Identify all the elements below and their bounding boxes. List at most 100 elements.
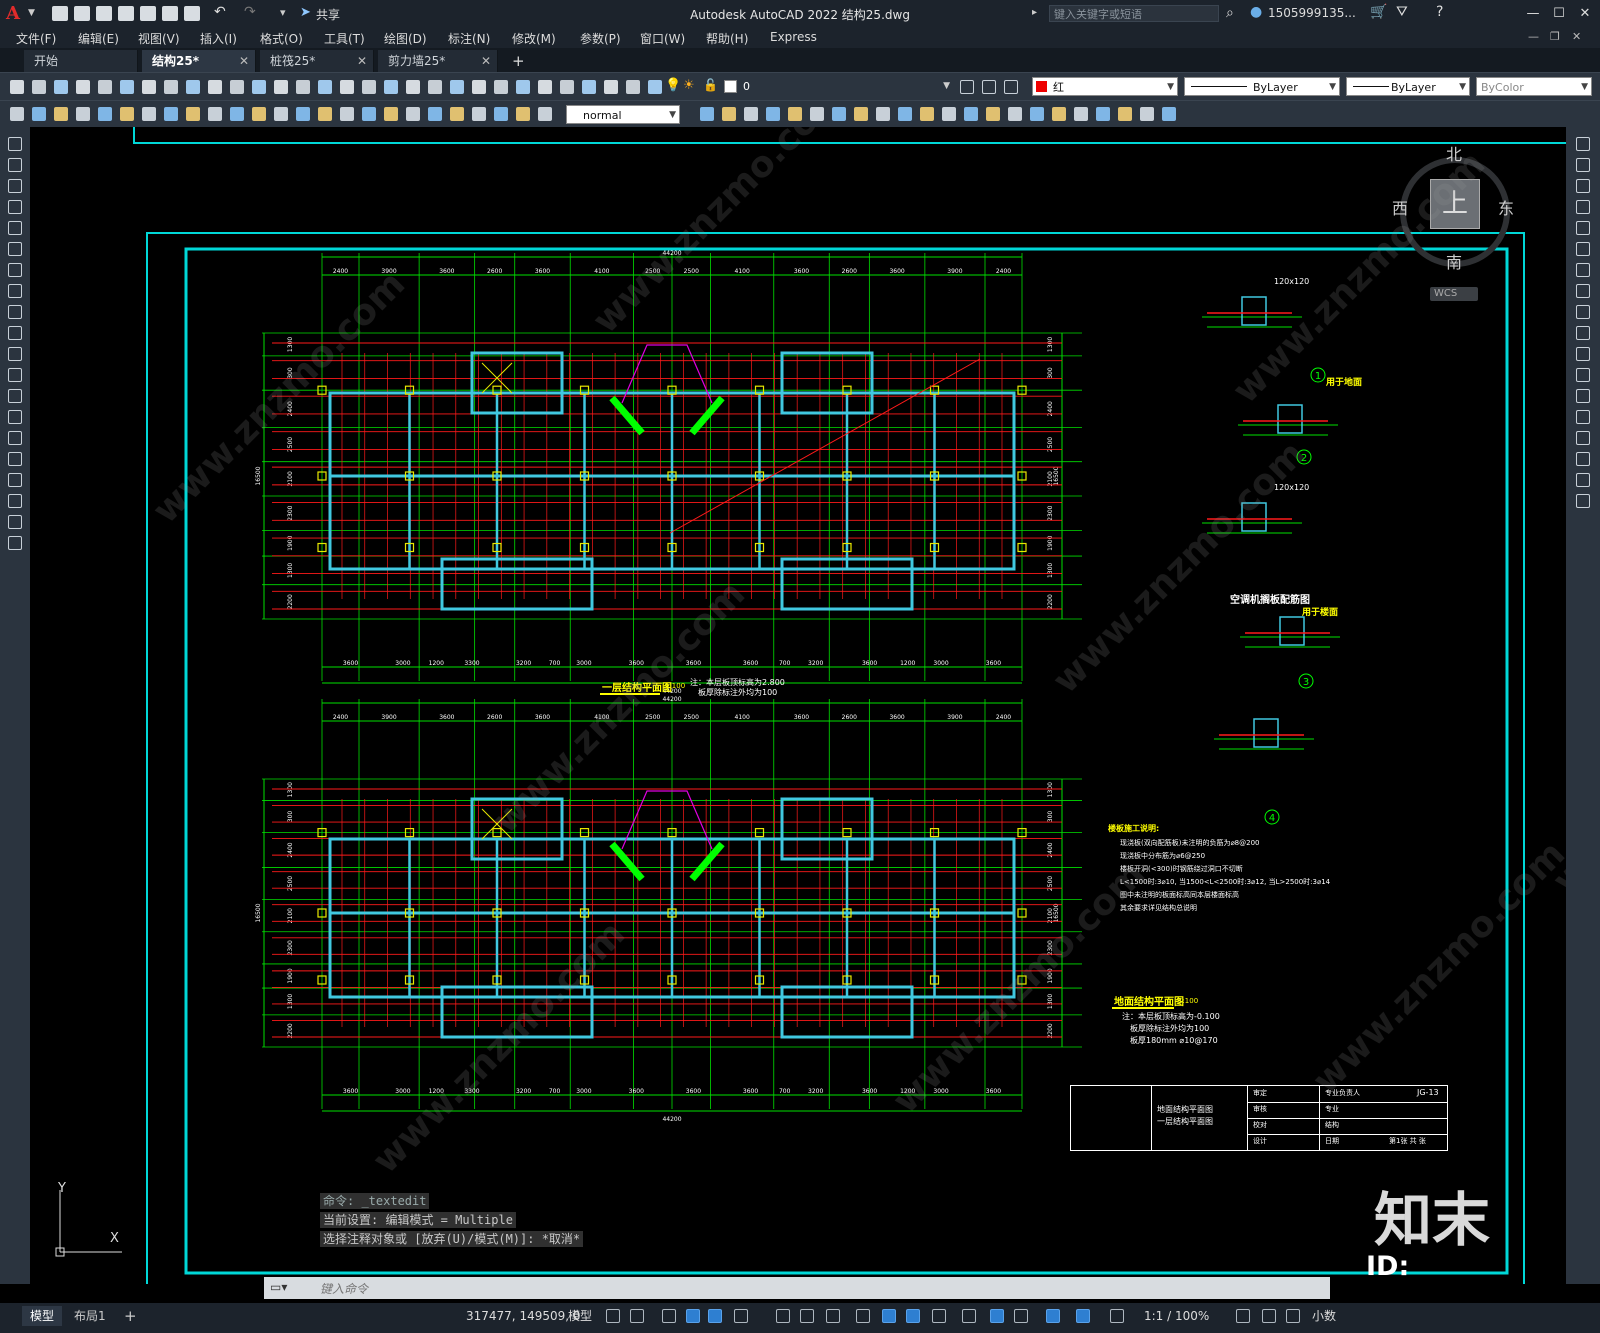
toolbar-icon-5[interactable] (98, 80, 112, 94)
tab-structure-25[interactable]: 结构25* ✕ (142, 50, 256, 72)
status-toggle-icon[interactable] (686, 1309, 700, 1323)
customize-qat-icon[interactable]: ▾ (280, 6, 286, 19)
plotstyle-dropdown[interactable]: ByColor ▼ (1476, 77, 1592, 96)
open-file-icon[interactable] (74, 6, 90, 21)
toolbar-icon-17[interactable] (362, 80, 376, 94)
toolbar2-icon-39[interactable] (986, 107, 1000, 121)
toolbar2-icon-7[interactable] (142, 107, 156, 121)
lightbulb-icon[interactable]: 💡 (665, 78, 681, 93)
minimize-button[interactable]: — (1520, 3, 1546, 25)
toolbar-icon-4[interactable] (76, 80, 90, 94)
draw-tool-icon[interactable] (8, 410, 22, 424)
close-icon[interactable]: ✕ (239, 50, 249, 72)
draw-tool-icon[interactable] (8, 347, 22, 361)
draw-tool-icon[interactable] (8, 515, 22, 529)
redo-icon[interactable]: ↷ (244, 4, 256, 20)
modify-tool-icon[interactable] (1576, 410, 1590, 424)
toolbar-icon-19[interactable] (406, 80, 420, 94)
toolbar-icon-15[interactable] (318, 80, 332, 94)
toolbar-icon-12[interactable] (252, 80, 266, 94)
toolbar2-icon-45[interactable] (1118, 107, 1132, 121)
toolbar2-icon-12[interactable] (252, 107, 266, 121)
draw-tool-icon[interactable] (8, 242, 22, 256)
plot-icon[interactable] (184, 6, 200, 21)
open-from-web-icon[interactable] (140, 6, 156, 21)
wcs-menu[interactable]: WCS (1430, 287, 1478, 301)
modify-tool-icon[interactable] (1576, 200, 1590, 214)
annotation-scale[interactable]: 1:1 / 100% (1136, 1306, 1217, 1326)
toolbar-icon-9[interactable] (186, 80, 200, 94)
toolbar2-icon-35[interactable] (898, 107, 912, 121)
toolbar-icon-1[interactable] (10, 80, 24, 94)
lineweight-dropdown[interactable]: ByLayer ▼ (1346, 77, 1470, 96)
toolbar-icon-20[interactable] (428, 80, 442, 94)
toolbar2-icon-34[interactable] (876, 107, 890, 121)
draw-tool-icon[interactable] (8, 431, 22, 445)
toolbar2-icon-36[interactable] (920, 107, 934, 121)
menu-modify[interactable]: 修改(M) (512, 30, 556, 47)
draw-tool-icon[interactable] (8, 389, 22, 403)
user-account[interactable]: 1505999135... (1268, 6, 1356, 20)
share-icon[interactable]: ➤ (300, 5, 311, 20)
menu-express[interactable]: Express (770, 30, 817, 44)
modify-tool-icon[interactable] (1576, 221, 1590, 235)
toolbar-icon-7[interactable] (142, 80, 156, 94)
toolbar-icon-30[interactable] (648, 80, 662, 94)
new-file-icon[interactable] (52, 6, 68, 21)
draw-tool-icon[interactable] (8, 473, 22, 487)
viewcube-south[interactable]: 南 (1446, 249, 1462, 273)
save-to-web-icon[interactable] (162, 6, 178, 21)
draw-tool-icon[interactable] (8, 263, 22, 277)
draw-tool-icon[interactable] (8, 158, 22, 172)
status-toggle-icon[interactable] (734, 1309, 748, 1323)
menu-window[interactable]: 窗口(W) (640, 30, 685, 47)
modify-tool-icon[interactable] (1576, 179, 1590, 193)
modify-tool-icon[interactable] (1576, 158, 1590, 172)
toolbar-icon-8[interactable] (164, 80, 178, 94)
toolbar2-icon-2[interactable] (32, 107, 46, 121)
toolbar2-icon-46[interactable] (1140, 107, 1154, 121)
toolbar-icon-10[interactable] (208, 80, 222, 94)
save-icon[interactable] (96, 6, 112, 21)
toolbar-icon-24[interactable] (516, 80, 530, 94)
text-style-dropdown[interactable]: normal ▼ (566, 105, 680, 124)
menu-tools[interactable]: 工具(T) (324, 30, 365, 47)
toolbar2-icon-9[interactable] (186, 107, 200, 121)
close-button[interactable]: ✕ (1572, 3, 1598, 25)
save-as-icon[interactable] (118, 6, 134, 21)
layer-match-icon[interactable] (982, 80, 996, 94)
toolbar2-icon-30[interactable] (788, 107, 802, 121)
toolbar2-icon-19[interactable] (406, 107, 420, 121)
toolbar2-icon-47[interactable] (1162, 107, 1176, 121)
toolbar2-icon-1[interactable] (10, 107, 24, 121)
toolbar2-icon-8[interactable] (164, 107, 178, 121)
doc-close-button[interactable]: ✕ (1572, 30, 1581, 43)
toolbar2-icon-28[interactable] (744, 107, 758, 121)
toolbar-icon-28[interactable] (604, 80, 618, 94)
draw-tool-icon[interactable] (8, 221, 22, 235)
toolbar2-icon-29[interactable] (766, 107, 780, 121)
toolbar2-icon-27[interactable] (722, 107, 736, 121)
modify-tool-icon[interactable] (1576, 452, 1590, 466)
modify-tool-icon[interactable] (1576, 389, 1590, 403)
draw-tool-icon[interactable] (8, 200, 22, 214)
status-toggle-icon[interactable] (1286, 1309, 1300, 1323)
menu-format[interactable]: 格式(O) (260, 30, 303, 47)
toolbar2-icon-17[interactable] (362, 107, 376, 121)
toolbar2-icon-21[interactable] (450, 107, 464, 121)
toolbar2-icon-10[interactable] (208, 107, 222, 121)
toolbar2-icon-44[interactable] (1096, 107, 1110, 121)
recent-commands-icon[interactable]: ▭▾ (270, 1280, 287, 1294)
help-icon[interactable]: ? (1436, 4, 1443, 20)
toolbar2-icon-14[interactable] (296, 107, 310, 121)
status-toggle-icon[interactable] (826, 1309, 840, 1323)
draw-tool-icon[interactable] (8, 452, 22, 466)
modify-tool-icon[interactable] (1576, 284, 1590, 298)
toolbar2-icon-16[interactable] (340, 107, 354, 121)
modify-tool-icon[interactable] (1576, 137, 1590, 151)
toolbar-icon-29[interactable] (626, 80, 640, 94)
toolbar2-icon-5[interactable] (98, 107, 112, 121)
toolbar2-icon-37[interactable] (942, 107, 956, 121)
menu-dimension[interactable]: 标注(N) (448, 30, 490, 47)
toolbar2-icon-6[interactable] (120, 107, 134, 121)
